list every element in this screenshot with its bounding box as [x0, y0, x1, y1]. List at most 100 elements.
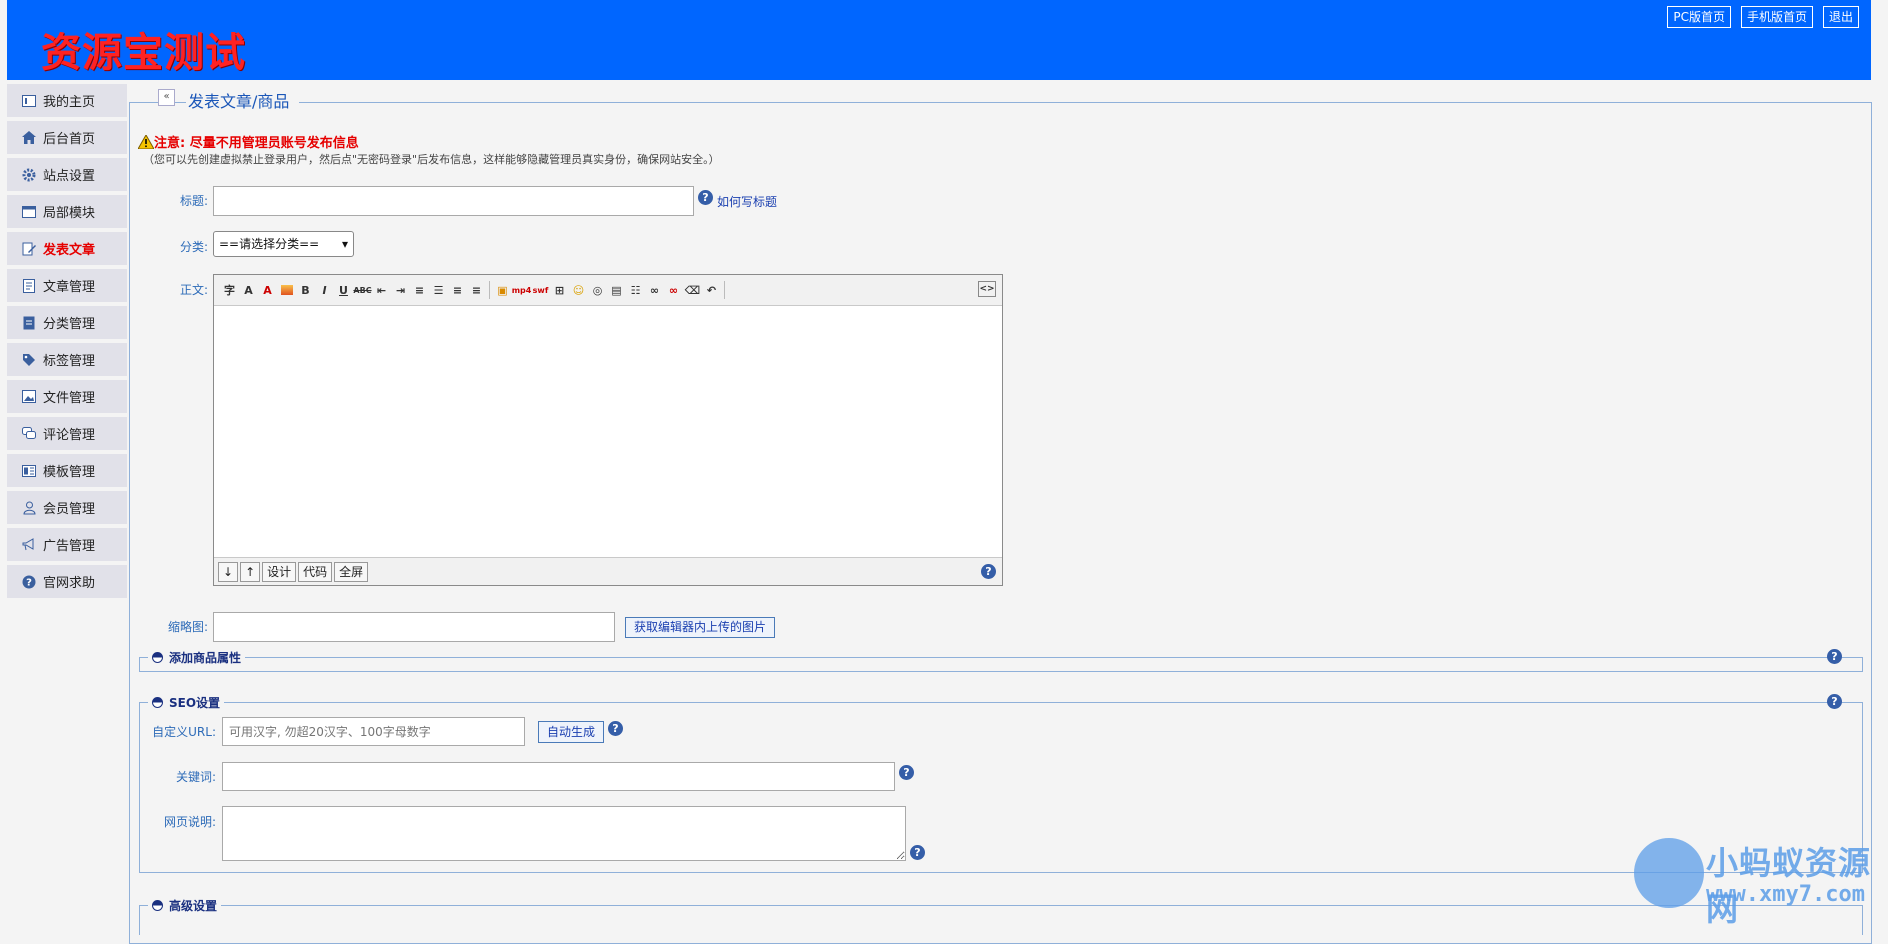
- eraser-icon[interactable]: ⌫: [683, 281, 702, 299]
- editor-status-bar: ↓ ↑ 设计 代码 全屏 ?: [214, 557, 1002, 585]
- seo-help-icon[interactable]: ?: [1827, 694, 1842, 709]
- insert-mp4-icon[interactable]: mp4: [512, 281, 532, 299]
- sidebar-item-label: 文章管理: [43, 280, 96, 295]
- seo-toggle[interactable]: SEO设置: [148, 694, 225, 711]
- font-family-icon[interactable]: 字: [220, 281, 239, 299]
- sidebar-item-template-manage[interactable]: 模板管理: [7, 454, 127, 487]
- sidebar-item-ad-manage[interactable]: 广告管理: [7, 528, 127, 561]
- category-doc-icon: [21, 315, 37, 331]
- editor-expand-down-button[interactable]: ↓: [218, 561, 239, 582]
- seo-title: SEO设置: [169, 696, 221, 710]
- get-editor-images-button[interactable]: 获取编辑器内上传的图片: [625, 617, 775, 638]
- custom-url-label: 自定义URL:: [152, 725, 216, 739]
- advanced-title: 高级设置: [169, 899, 218, 913]
- product-attributes-help-icon[interactable]: ?: [1827, 649, 1842, 664]
- insert-swf-icon[interactable]: swf: [531, 281, 550, 299]
- sidebar-item-label: 广告管理: [43, 539, 96, 554]
- italic-icon[interactable]: I: [315, 281, 334, 299]
- thumbnail-input[interactable]: [213, 612, 615, 642]
- template-icon: [21, 463, 37, 479]
- insert-table-grid-icon[interactable]: ⊞: [550, 281, 569, 299]
- sidebar-item-post-article[interactable]: 发表文章: [7, 232, 127, 265]
- custom-url-input[interactable]: [222, 717, 525, 746]
- sidebar-item-label: 标签管理: [43, 354, 96, 369]
- keywords-input[interactable]: [222, 762, 895, 791]
- align-left-icon[interactable]: ≡: [448, 281, 467, 299]
- emoticon-icon[interactable]: ☺: [569, 281, 588, 299]
- remove-link-icon[interactable]: ∞: [664, 281, 683, 299]
- auto-generate-button[interactable]: 自动生成: [538, 721, 604, 743]
- sidebar-item-article-manage[interactable]: 文章管理: [7, 269, 127, 302]
- help-icon: ?: [21, 574, 37, 590]
- category-select-value: ==请选择分类==: [219, 237, 320, 251]
- page-description-textarea[interactable]: [222, 806, 906, 861]
- indent-icon[interactable]: ⇥: [391, 281, 410, 299]
- mobile-home-link[interactable]: 手机版首页: [1740, 6, 1813, 28]
- font-color-icon[interactable]: A: [258, 281, 277, 299]
- sidebar-item-category-manage[interactable]: 分类管理: [7, 306, 127, 339]
- sidebar-item-file-manage[interactable]: 文件管理: [7, 380, 127, 413]
- sidebar-item-comment-manage[interactable]: 评论管理: [7, 417, 127, 450]
- editor-code-mode-button[interactable]: 代码: [298, 561, 333, 582]
- underline-icon[interactable]: U: [334, 281, 353, 299]
- sidebar-item-label: 文件管理: [43, 391, 96, 406]
- align-justify-icon[interactable]: ☰: [429, 281, 448, 299]
- logout-link[interactable]: 退出: [1822, 6, 1859, 28]
- thumbnail-label: 缩略图:: [167, 620, 208, 634]
- sidebar-item-site-settings[interactable]: 站点设置: [7, 158, 127, 191]
- outdent-icon[interactable]: ⇤: [372, 281, 391, 299]
- sidebar-item-label: 局部模块: [43, 206, 96, 221]
- font-size-icon[interactable]: A: [239, 281, 258, 299]
- toolbar-separator: [724, 281, 725, 299]
- page-description-help-icon[interactable]: ?: [910, 845, 925, 860]
- sidebar-item-my-home[interactable]: 我的主页: [7, 84, 127, 117]
- insert-link-icon[interactable]: ∞: [645, 281, 664, 299]
- pc-home-link[interactable]: PC版首页: [1667, 6, 1731, 28]
- title-help-icon[interactable]: ?: [698, 190, 713, 205]
- tag-icon: [21, 352, 37, 368]
- insert-image-icon[interactable]: ▣: [493, 281, 512, 299]
- editor-shrink-up-button[interactable]: ↑: [240, 561, 261, 582]
- editor-design-mode-button[interactable]: 设计: [262, 561, 297, 582]
- strikethrough-icon[interactable]: ABC: [353, 281, 372, 299]
- title-input[interactable]: [213, 186, 694, 216]
- editor-toolbar: 字 A A B I U ABC ⇤ ⇥ ≡ ☰ ≡ ≡ ▣ mp4 swf ⊞ …: [214, 275, 1002, 306]
- bold-icon[interactable]: B: [296, 281, 315, 299]
- keywords-help-icon[interactable]: ?: [899, 765, 914, 780]
- source-code-toggle-icon[interactable]: <>: [978, 281, 996, 297]
- product-attributes-toggle[interactable]: 添加商品属性: [148, 649, 246, 666]
- sidebar-item-official-help[interactable]: ? 官网求助: [7, 565, 127, 598]
- advanced-toggle[interactable]: 高级设置: [148, 897, 222, 914]
- undo-icon[interactable]: ↶: [702, 281, 721, 299]
- sidebar-item-label: 发表文章: [43, 243, 96, 258]
- collapse-sidebar-button[interactable]: «: [158, 89, 175, 106]
- how-to-write-title-link[interactable]: 如何写标题: [717, 193, 777, 210]
- editor-help-icon[interactable]: ?: [981, 564, 996, 579]
- sidebar-item-member-manage[interactable]: 会员管理: [7, 491, 127, 524]
- site-logo: 资源宝测试: [41, 30, 246, 76]
- editor-fullscreen-button[interactable]: 全屏: [334, 561, 369, 582]
- align-right-icon[interactable]: ≡: [467, 281, 486, 299]
- toggle-dot-icon: [152, 900, 163, 911]
- title-label: 标题:: [179, 194, 208, 208]
- sidebar-item-admin-home[interactable]: 后台首页: [7, 121, 127, 154]
- watermark-ant-icon: [1634, 838, 1704, 908]
- align-center-icon[interactable]: ≡: [410, 281, 429, 299]
- sidebar-item-label: 分类管理: [43, 317, 96, 332]
- module-window-icon: [21, 204, 37, 220]
- user-icon: [21, 500, 37, 516]
- highlight-color-icon[interactable]: [277, 281, 296, 299]
- insert-table-icon[interactable]: ▤: [607, 281, 626, 299]
- product-attributes-title: 添加商品属性: [169, 651, 242, 665]
- warning-message: 注意: 尽量不用管理员账号发布信息: [154, 136, 359, 151]
- editor-content-area[interactable]: [214, 306, 1002, 556]
- custom-url-help-icon[interactable]: ?: [608, 721, 623, 736]
- category-select[interactable]: ==请选择分类==: [213, 231, 354, 257]
- horizontal-rule-icon[interactable]: ☷: [626, 281, 645, 299]
- sidebar-item-modules[interactable]: 局部模块: [7, 195, 127, 228]
- sidebar-item-label: 后台首页: [43, 132, 96, 147]
- insert-code-icon[interactable]: ◎: [588, 281, 607, 299]
- sidebar-item-tag-manage[interactable]: 标签管理: [7, 343, 127, 376]
- house-icon: [21, 130, 37, 146]
- rich-text-editor: 字 A A B I U ABC ⇤ ⇥ ≡ ☰ ≡ ≡ ▣ mp4 swf ⊞ …: [213, 274, 1003, 586]
